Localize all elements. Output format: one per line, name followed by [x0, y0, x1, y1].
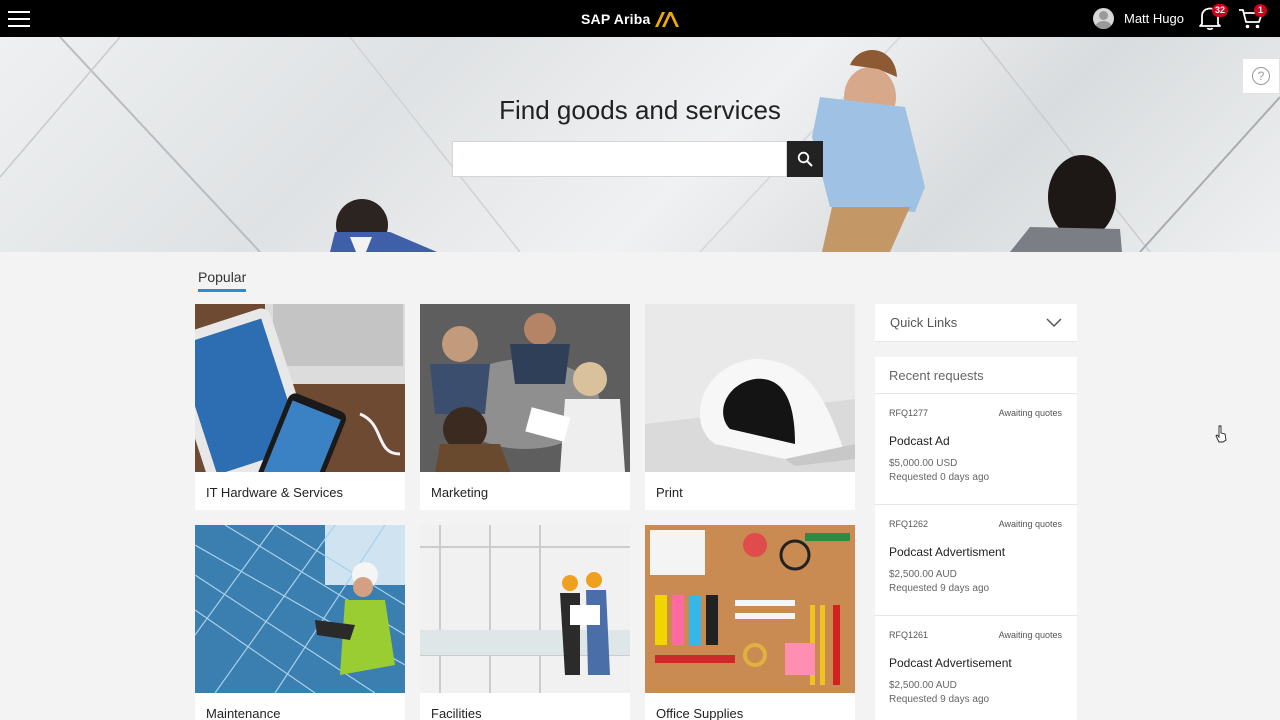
user-menu[interactable]: Matt Hugo — [1093, 6, 1184, 30]
category-card-office-supplies[interactable]: Office Supplies — [645, 525, 855, 720]
request-status: Awaiting quotes — [998, 630, 1062, 640]
category-card-marketing[interactable]: Marketing — [420, 304, 630, 510]
brand-name: SAP Ariba — [581, 11, 651, 27]
search-button[interactable] — [787, 141, 823, 177]
category-label: IT Hardware & Services — [206, 485, 344, 500]
user-name: Matt Hugo — [1124, 10, 1184, 26]
category-label: Facilities — [431, 706, 482, 720]
notifications-badge: 32 — [1212, 4, 1229, 17]
avatar — [1093, 7, 1114, 29]
category-image-marketing — [420, 304, 630, 472]
request-name: Podcast Ad — [889, 434, 950, 448]
request-amount: $2,500.00 AUD — [889, 569, 957, 580]
request-name: Podcast Advertisment — [889, 545, 1006, 559]
request-date: Requested 9 days ago — [889, 694, 990, 705]
category-image-facilities — [420, 525, 630, 693]
category-card-print[interactable]: Print — [645, 304, 855, 510]
hero-title: Find goods and services — [499, 95, 781, 125]
category-card-it-hardware[interactable]: IT Hardware & Services — [195, 304, 405, 510]
hamburger-menu-icon[interactable] — [8, 8, 30, 28]
request-item[interactable]: RFQ1277 Awaiting quotes Podcast Ad $5,00… — [875, 394, 1077, 505]
ariba-logo-icon — [654, 12, 679, 27]
cart-badge: 1 — [1254, 4, 1267, 17]
tab-popular[interactable]: Popular — [198, 269, 247, 292]
quick-links-dropdown[interactable]: Quick Links — [875, 304, 1077, 342]
category-image-print — [645, 304, 855, 472]
request-name: Podcast Advertisement — [889, 656, 1012, 670]
brand-logo[interactable]: SAP Ariba — [581, 8, 680, 30]
request-date: Requested 9 days ago — [889, 583, 990, 594]
search-icon — [797, 151, 813, 167]
request-date: Requested 0 days ago — [889, 472, 990, 483]
recent-requests-title: Recent requests — [875, 357, 1077, 394]
category-image-office-supplies — [645, 525, 855, 693]
category-image-it-hardware — [195, 304, 405, 472]
request-item[interactable]: RFQ1261 Awaiting quotes Podcast Advertis… — [875, 616, 1077, 720]
chevron-down-icon — [1046, 317, 1062, 327]
request-item[interactable]: RFQ1262 Awaiting quotes Podcast Advertis… — [875, 505, 1077, 616]
top-bar: SAP Ariba Matt Hugo 32 1 — [0, 0, 1280, 37]
category-image-maintenance — [195, 525, 405, 693]
request-amount: $5,000.00 USD — [889, 458, 958, 469]
hand-cursor-icon — [1215, 425, 1227, 443]
search-input[interactable] — [452, 141, 787, 177]
category-label: Maintenance — [206, 706, 281, 720]
cart-button[interactable]: 1 — [1238, 4, 1267, 31]
help-button[interactable]: ? — [1242, 58, 1280, 94]
request-amount: $2,500.00 AUD — [889, 680, 957, 691]
quick-links-label: Quick Links — [890, 315, 958, 330]
recent-requests-panel: Recent requests RFQ1277 Awaiting quotes … — [875, 357, 1077, 720]
help-icon: ? — [1252, 67, 1270, 85]
category-card-facilities[interactable]: Facilities — [420, 525, 630, 720]
request-status: Awaiting quotes — [998, 408, 1062, 418]
category-card-maintenance[interactable]: Maintenance — [195, 525, 405, 720]
notifications-button[interactable]: 32 — [1198, 4, 1229, 31]
category-label: Marketing — [431, 485, 489, 500]
hero-banner: Find goods and services — [0, 37, 1280, 252]
category-label: Print — [656, 485, 683, 500]
request-status: Awaiting quotes — [998, 519, 1062, 529]
category-label: Office Supplies — [656, 706, 744, 720]
